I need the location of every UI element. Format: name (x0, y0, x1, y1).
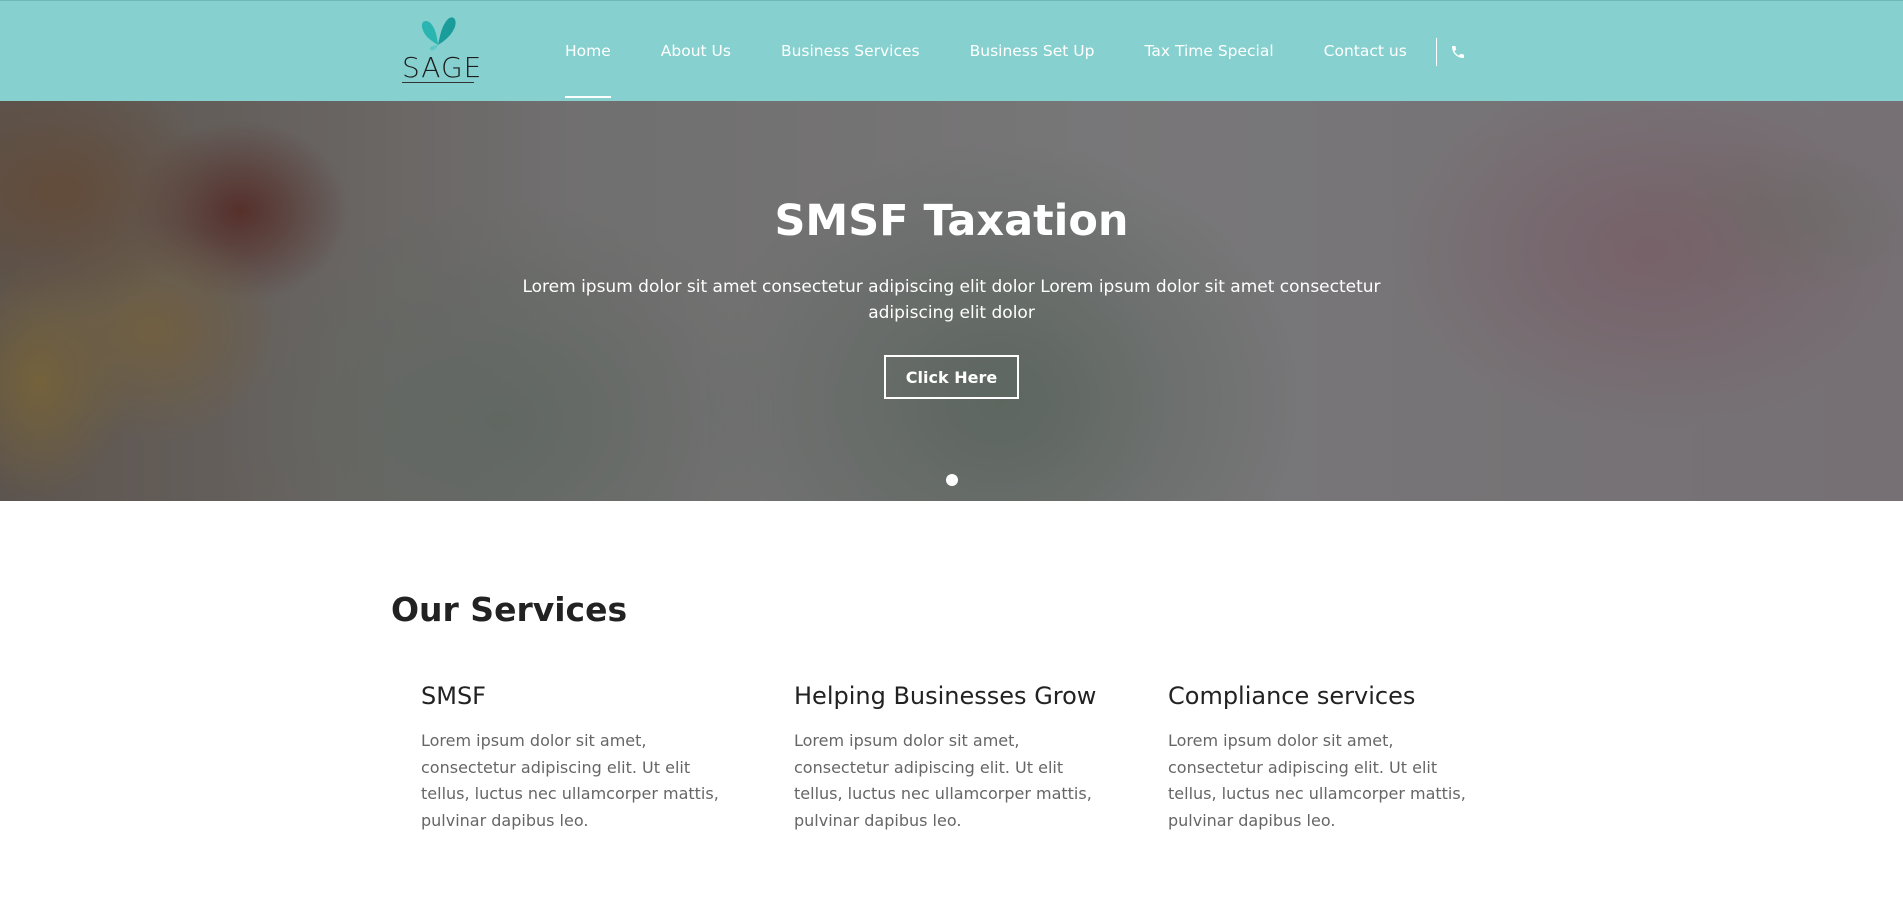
hero-banner: SMSF Taxation Lorem ipsum dolor sit amet… (0, 101, 1903, 501)
phone-icon (1451, 45, 1464, 58)
nav-item-business-set-up[interactable]: Business Set Up (945, 1, 1120, 102)
main-nav: Home About Us Business Services Business… (540, 1, 1469, 102)
service-title: Helping Businesses Grow (794, 682, 1097, 710)
service-card-helping-businesses-grow: Helping Businesses Grow Lorem ipsum dolo… (794, 682, 1104, 834)
nav-item-business-services[interactable]: Business Services (756, 1, 945, 102)
slider-dots (0, 474, 1903, 486)
click-here-button[interactable]: Click Here (884, 355, 1019, 399)
site-header: SAGE Home About Us Business Services Bus… (0, 0, 1903, 101)
nav-item-contact-us[interactable]: Contact us (1299, 1, 1432, 102)
nav-item-tax-time-special[interactable]: Tax Time Special (1119, 1, 1298, 102)
butterfly-icon (421, 17, 456, 51)
hero-content: SMSF Taxation Lorem ipsum dolor sit amet… (0, 101, 1903, 501)
service-card-compliance-services: Compliance services Lorem ipsum dolor si… (1168, 682, 1478, 834)
service-title: SMSF (421, 682, 486, 710)
nav-item-about-us[interactable]: About Us (636, 1, 756, 102)
service-card-smsf: SMSF Lorem ipsum dolor sit amet, consect… (421, 682, 731, 834)
hero-title: SMSF Taxation (774, 196, 1129, 246)
logo[interactable]: SAGE (400, 15, 483, 87)
logo-tagline (402, 81, 474, 85)
service-description: Lorem ipsum dolor sit amet, consectetur … (421, 731, 719, 830)
service-description: Lorem ipsum dolor sit amet, consectetur … (1168, 731, 1466, 830)
services-heading: Our Services (391, 590, 628, 629)
nav-divider (1435, 37, 1437, 66)
service-description: Lorem ipsum dolor sit amet, consectetur … (794, 731, 1092, 830)
phone-button[interactable] (1447, 41, 1469, 63)
logo-wordmark: SAGE (402, 51, 483, 84)
nav-item-home[interactable]: Home (540, 1, 636, 102)
service-title: Compliance services (1168, 682, 1416, 710)
slider-dot[interactable] (945, 474, 958, 486)
hero-text: Lorem ipsum dolor sit amet consectetur a… (522, 277, 1381, 323)
